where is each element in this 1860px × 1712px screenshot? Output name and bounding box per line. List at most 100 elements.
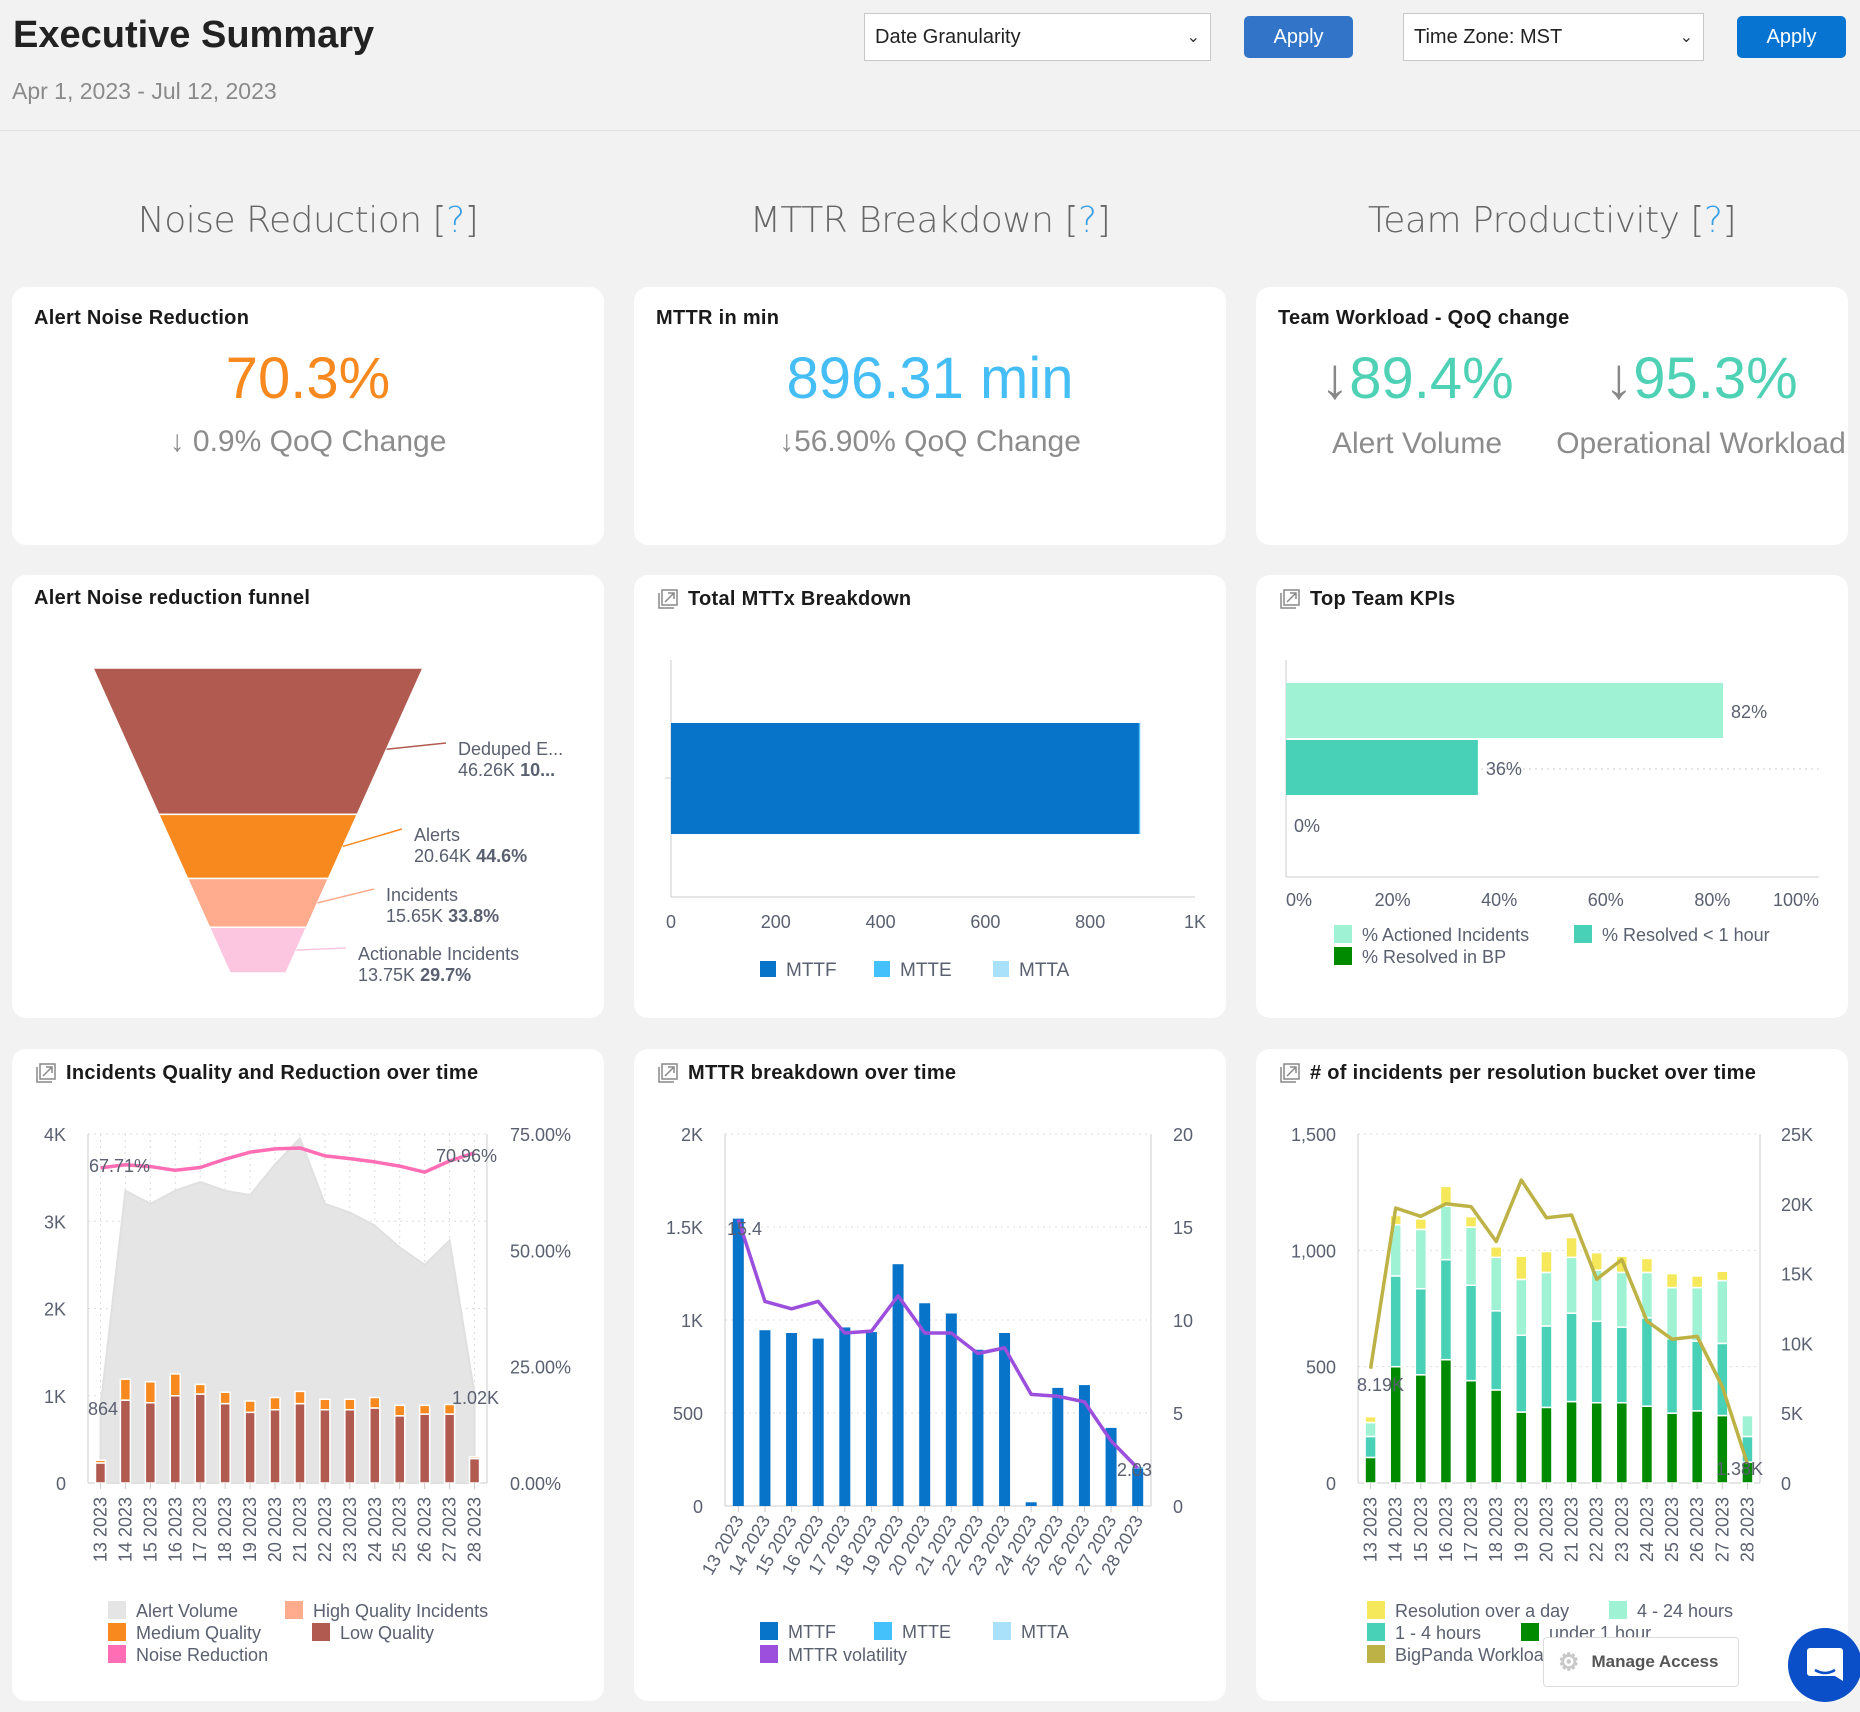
bar-segment	[94, 1462, 107, 1484]
legend-label: MTTA	[1019, 960, 1070, 981]
funnel-stage	[157, 813, 359, 880]
funnel-stage-pct: 10...	[520, 760, 555, 780]
legend-swatch	[760, 1622, 778, 1640]
y-tick-label: 3K	[44, 1212, 66, 1232]
operational-workload-value: 95.3%	[1633, 346, 1798, 411]
noise-reduction-value: 70.3%	[225, 346, 391, 411]
x-tick-label: 60%	[1588, 890, 1624, 910]
bar-mtta	[1139, 723, 1141, 834]
bar-segment	[1489, 1310, 1503, 1391]
legend-swatch	[108, 1645, 126, 1663]
data-label: 15.4	[727, 1219, 762, 1239]
mttr-change: ↓56.90% QoQ Change	[779, 425, 1081, 458]
help-link[interactable]: ?	[1704, 200, 1723, 241]
kpi-bar-label: 0%	[1294, 816, 1320, 836]
x-tick-label: 40%	[1481, 890, 1517, 910]
bar-segment	[244, 1400, 256, 1414]
legend-label: 1 - 4 hours	[1395, 1623, 1481, 1643]
area-alert-volume	[99, 1136, 476, 1484]
data-label: 1.02K	[452, 1388, 499, 1408]
x-tick-label: 22 2023	[1587, 1497, 1607, 1562]
x-tick-label: 14 2023	[115, 1497, 135, 1562]
bar-segment	[1565, 1400, 1578, 1484]
bar-segment	[269, 1396, 281, 1411]
bar-segment	[1052, 1387, 1064, 1506]
x-tick-label: 19 2023	[240, 1497, 260, 1562]
alert-volume-value: 89.4%	[1349, 346, 1514, 411]
alert-volume-kpi: ↓89.4%	[1282, 345, 1552, 412]
apply-timezone-button[interactable]: Apply	[1737, 16, 1846, 58]
bar-segment	[839, 1327, 851, 1506]
y-tick-label: 2K	[44, 1300, 66, 1320]
timezone-select[interactable]: Time Zone: MST ⌄	[1403, 13, 1704, 61]
funnel-leader-line	[296, 947, 347, 951]
x-tick-label: 28 2023	[1737, 1497, 1757, 1562]
bar-segment	[759, 1330, 771, 1506]
y2-tick-label: 5K	[1781, 1404, 1803, 1424]
bar-segment	[972, 1349, 984, 1506]
bar-segment	[418, 1413, 431, 1484]
date-range: Apr 1, 2023 - Jul 12, 2023	[12, 78, 277, 104]
x-tick-label: 24 2023	[1637, 1497, 1657, 1562]
x-tick-label: 19 2023	[1511, 1497, 1531, 1562]
operational-workload-kpi: ↓95.3%	[1556, 345, 1846, 412]
gear-icon: ⚙	[1558, 1648, 1580, 1676]
legend-swatch	[993, 1622, 1011, 1640]
bar-segment	[1540, 1271, 1553, 1327]
legend-label: % Actioned Incidents	[1362, 925, 1529, 945]
bar-segment	[945, 1313, 957, 1506]
funnel-card: Alert Noise reduction funnel Deduped E..…	[12, 575, 604, 1018]
legend-label: MTTF	[786, 960, 837, 981]
bar-segment	[812, 1338, 824, 1506]
bar-segment	[1515, 1411, 1528, 1484]
team-kpis-chart: 82% 36% 0% 0% 20% 40% 60% 80% 100% % Actioned Inc…	[1285, 660, 1819, 967]
bar-segment	[1540, 1325, 1553, 1409]
apply-granularity-button[interactable]: Apply	[1244, 16, 1353, 58]
bar-segment	[1615, 1271, 1629, 1328]
x-tick-label: 22 2023	[315, 1497, 335, 1562]
chat-launcher-button[interactable]	[1788, 1628, 1860, 1702]
quality-chart: 01K2K3K4K0.00%25.00%50.00%75.00%13 2023 1…	[44, 1125, 571, 1665]
bar-segment	[1690, 1410, 1704, 1484]
legend-label: Alert Volume	[136, 1601, 238, 1621]
manage-access-button[interactable]: ⚙ Manage Access	[1543, 1637, 1739, 1687]
x-tick-label: 23 2023	[1612, 1497, 1632, 1562]
bar-segment	[1515, 1334, 1528, 1413]
bar-segment	[1615, 1326, 1629, 1404]
bar-segment	[1515, 1278, 1528, 1337]
bar-segment	[1640, 1317, 1654, 1407]
bar-segment	[294, 1402, 306, 1484]
bar-segment	[1615, 1401, 1629, 1484]
x-tick-label: 0%	[1286, 890, 1312, 910]
legend-label: Resolution over a day	[1395, 1601, 1569, 1621]
help-link[interactable]: ?	[1078, 200, 1097, 241]
chat-icon	[1807, 1648, 1843, 1681]
y2-tick-label: 0.00%	[510, 1474, 561, 1494]
y2-tick-label: 25.00%	[510, 1358, 571, 1378]
x-tick-label: 16 2023	[1436, 1497, 1456, 1562]
x-tick-label: 0	[666, 912, 676, 932]
bar-segment	[1464, 1284, 1478, 1382]
x-tick-label: 27 2023	[440, 1497, 460, 1562]
legend-swatch	[993, 961, 1009, 977]
date-granularity-select[interactable]: Date Granularity ⌄	[864, 13, 1211, 61]
legend-swatch	[1334, 947, 1352, 965]
alert-volume-label: Alert Volume	[1331, 427, 1503, 460]
mttr-time-card: MTTR breakdown over time 0 500 1K 1.5K 2K 0 5 1…	[634, 1049, 1226, 1701]
x-tick-label: 17 2023	[190, 1497, 210, 1562]
y2-tick-label: 50.00%	[510, 1241, 571, 1261]
legend-swatch	[760, 961, 776, 977]
bar-segment	[1565, 1312, 1578, 1403]
help-link[interactable]: ?	[446, 200, 465, 241]
noise-reduction-change: ↓ 0.9% QoQ Change	[169, 425, 447, 458]
bar-segment	[1590, 1320, 1603, 1404]
x-tick-label: 600	[970, 912, 1000, 932]
bar-segment	[94, 1459, 107, 1464]
legend-swatch	[1367, 1601, 1385, 1619]
y-tick-label: 0	[56, 1474, 66, 1494]
x-tick-label: 18 2023	[1486, 1497, 1506, 1562]
y-tick-label: 1,000	[1291, 1241, 1336, 1261]
bar-segment	[1690, 1340, 1704, 1412]
chevron-down-icon: ⌄	[1186, 29, 1200, 46]
legend-label: % Resolved in BP	[1362, 947, 1506, 967]
